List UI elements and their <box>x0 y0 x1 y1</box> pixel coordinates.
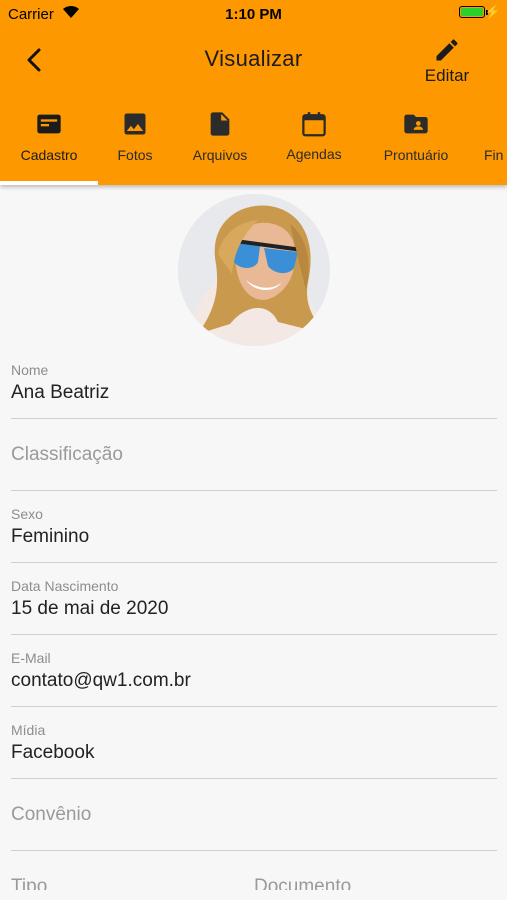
email-field[interactable]: E-Mail contato@qw1.com.br <box>11 635 497 707</box>
avatar <box>178 194 330 346</box>
midia-field[interactable]: Mídia Facebook <box>11 707 497 779</box>
charging-icon: ⚡ <box>484 4 501 19</box>
nascimento-label: Data Nascimento <box>11 578 119 594</box>
email-label: E-Mail <box>11 650 51 666</box>
image-icon <box>124 113 146 135</box>
edit-button[interactable]: Editar <box>417 36 477 86</box>
tab-arquivos[interactable]: Arquivos <box>186 106 254 185</box>
sexo-field[interactable]: Sexo Feminino <box>11 491 497 563</box>
documento-placeholder: Documento <box>254 876 352 890</box>
sexo-label: Sexo <box>11 506 43 522</box>
clock: 1:10 PM <box>225 6 282 23</box>
tipo-placeholder: Tipo <box>11 876 48 890</box>
nascimento-field[interactable]: Data Nascimento 15 de mai de 2020 <box>11 563 497 635</box>
nome-value: Ana Beatriz <box>11 382 110 403</box>
tab-label: Prontuário <box>383 147 449 163</box>
file-icon <box>210 112 230 136</box>
tab-bar: Cadastro Fotos Arquivos Agendas Prontuár… <box>0 106 507 185</box>
battery-icon <box>459 6 485 18</box>
email-value: contato@qw1.com.br <box>11 670 191 691</box>
id-card-icon <box>37 114 61 134</box>
tab-label: Fotos <box>117 147 153 163</box>
tab-cadastro[interactable]: Cadastro <box>10 106 88 185</box>
documento-field[interactable]: Documento <box>254 870 494 890</box>
sexo-value: Feminino <box>11 526 90 547</box>
app-header: Carrier 1:10 PM ⚡ Visualizar Editar Cada… <box>0 0 507 185</box>
folder-account-icon <box>404 114 428 134</box>
midia-label: Mídia <box>11 722 46 738</box>
classificacao-placeholder: Classificação <box>11 444 123 465</box>
tab-label: Cadastro <box>20 147 78 163</box>
profile-photo <box>178 194 330 346</box>
nome-field[interactable]: Nome Ana Beatriz <box>11 360 497 419</box>
status-bar: Carrier 1:10 PM ⚡ <box>0 0 507 28</box>
tab-agendas[interactable]: Agendas <box>280 106 348 185</box>
tab-label: Agendas <box>286 146 342 162</box>
convenio-placeholder: Convênio <box>11 804 92 825</box>
tab-fotos[interactable]: Fotos <box>104 106 166 185</box>
tab-label: Arquivos <box>192 147 248 163</box>
tipo-field[interactable]: Tipo <box>11 870 241 890</box>
pencil-icon <box>436 39 458 61</box>
convenio-field[interactable]: Convênio <box>11 779 497 851</box>
tab-prontuario[interactable]: Prontuário <box>378 106 454 185</box>
calendar-icon <box>302 112 326 137</box>
tab-label: Fin <box>484 147 504 163</box>
classificacao-field[interactable]: Classificação <box>11 419 497 491</box>
nascimento-value: 15 de mai de 2020 <box>11 598 169 619</box>
tab-fin[interactable]: Fin <box>484 106 507 185</box>
nome-label: Nome <box>11 362 49 378</box>
tab-indicator <box>0 181 98 185</box>
edit-label: Editar <box>424 66 470 85</box>
midia-value: Facebook <box>11 742 95 763</box>
